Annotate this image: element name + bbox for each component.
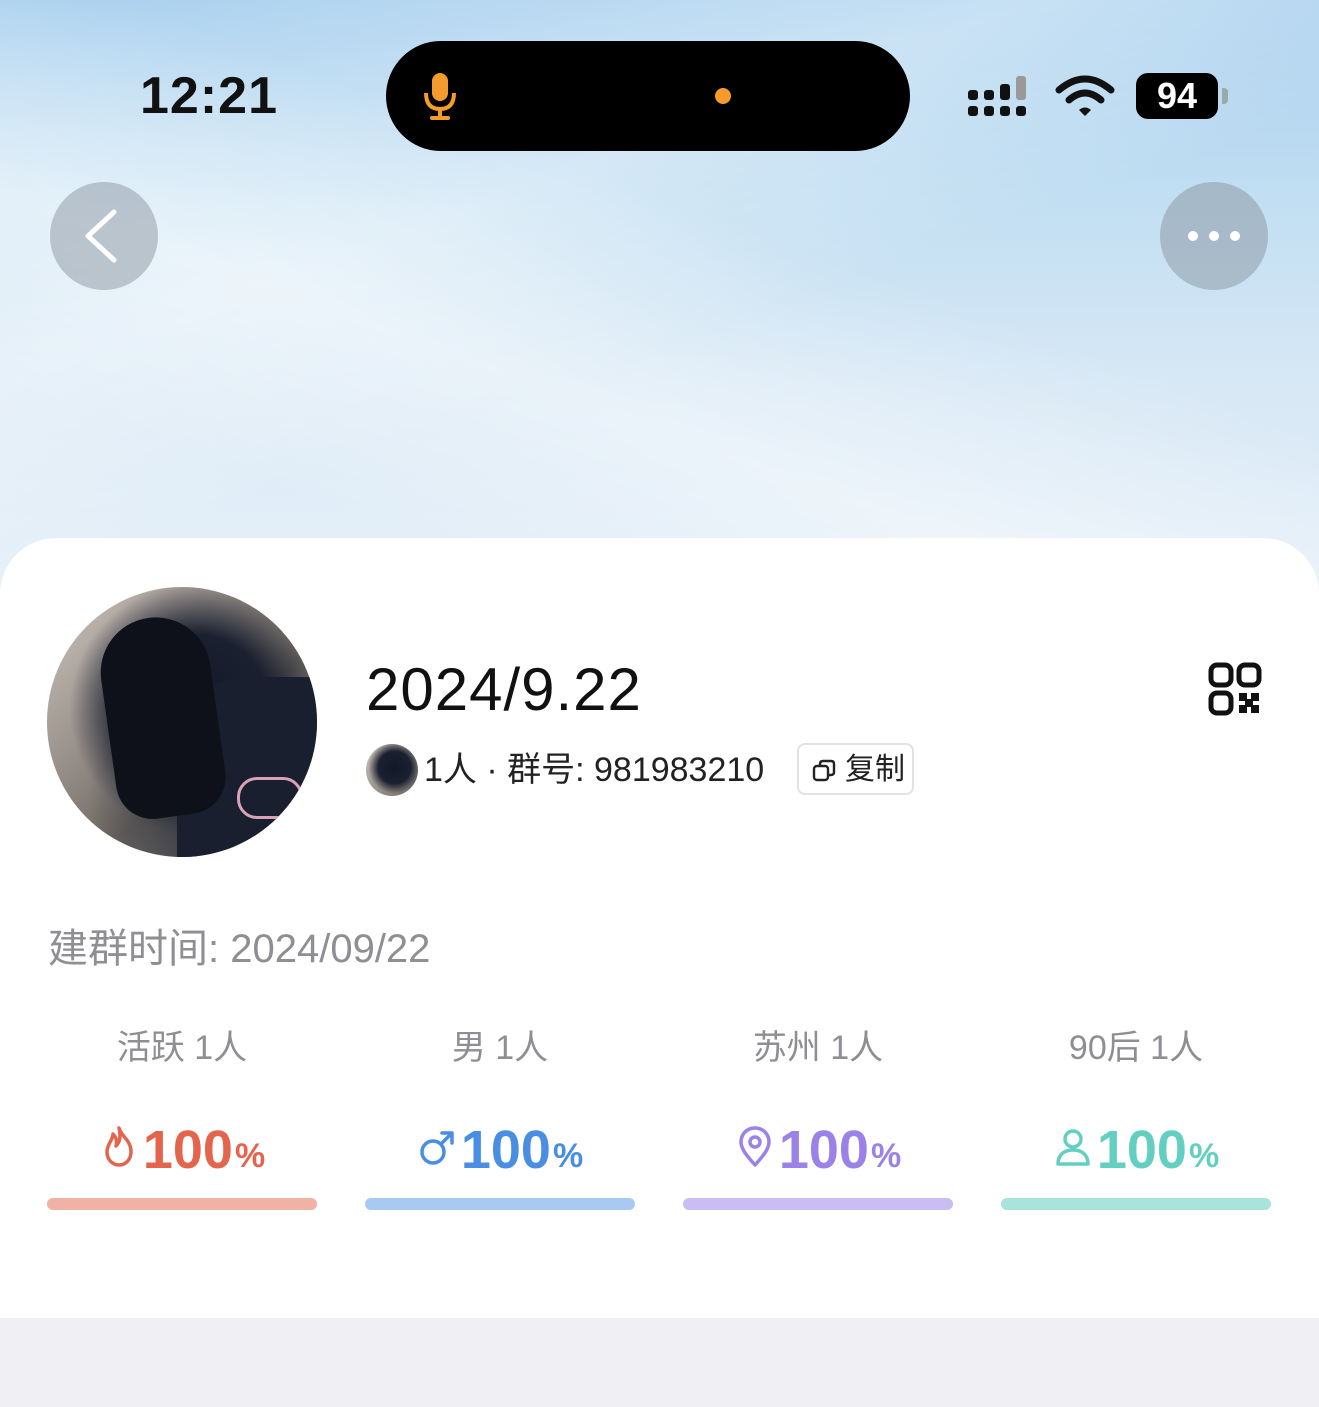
location-pin-icon [739, 1126, 771, 1167]
battery-icon: 94 [1136, 73, 1218, 119]
stat-unit: % [234, 1136, 266, 1175]
stat-progress-bar [1001, 1198, 1271, 1210]
mic-icon [424, 73, 456, 120]
flame-icon [105, 1126, 133, 1167]
more-dots-icon [1188, 231, 1240, 241]
wifi-icon [1055, 75, 1115, 116]
stat-unit: % [870, 1136, 902, 1175]
person-icon [1056, 1129, 1090, 1166]
male-icon [420, 1131, 454, 1165]
recording-indicator-dot [715, 88, 731, 104]
stat-progress-bar [683, 1198, 953, 1210]
chevron-left-icon [85, 209, 117, 263]
stat-value-row: 100% [47, 1120, 317, 1180]
stat-value-row: 100% [365, 1120, 635, 1180]
group-avatar[interactable] [47, 587, 317, 857]
battery-level: 94 [1156, 75, 1198, 116]
copy-label: 复制 [845, 753, 905, 786]
stat-label: 活跃 1人 [116, 1029, 248, 1067]
group-meta: 1人 · 群号: 981983210 [424, 751, 765, 789]
stat-label: 苏州 1人 [752, 1029, 884, 1067]
stat-value: 100 [460, 1120, 551, 1180]
qr-code-icon[interactable] [1208, 662, 1262, 716]
stat-value-row: 100% [1001, 1120, 1271, 1180]
stat-unit: % [1188, 1136, 1220, 1175]
stat-value-row: 100% [683, 1120, 953, 1180]
stat-value: 100 [778, 1120, 869, 1180]
dynamic-island [386, 41, 910, 151]
battery-cap [1222, 88, 1228, 104]
copy-button[interactable]: 复制 [797, 743, 914, 795]
back-button[interactable] [50, 182, 158, 290]
status-time: 12:21 [140, 67, 278, 125]
member-avatar[interactable] [366, 744, 418, 796]
stat-unit: % [552, 1136, 584, 1175]
copy-icon [812, 759, 836, 782]
stat-progress-bar [47, 1198, 317, 1210]
stat-value: 100 [1096, 1120, 1187, 1180]
signal-icon [968, 76, 1026, 116]
stat-label: 90后 1人 [1068, 1029, 1204, 1067]
stat-label: 男 1人 [451, 1029, 549, 1067]
group-title: 2024/9.22 [366, 656, 642, 723]
created-date: 建群时间: 2024/09/22 [48, 927, 431, 971]
stat-progress-bar [365, 1198, 635, 1210]
stat-value: 100 [142, 1120, 233, 1180]
more-button[interactable] [1160, 182, 1268, 290]
